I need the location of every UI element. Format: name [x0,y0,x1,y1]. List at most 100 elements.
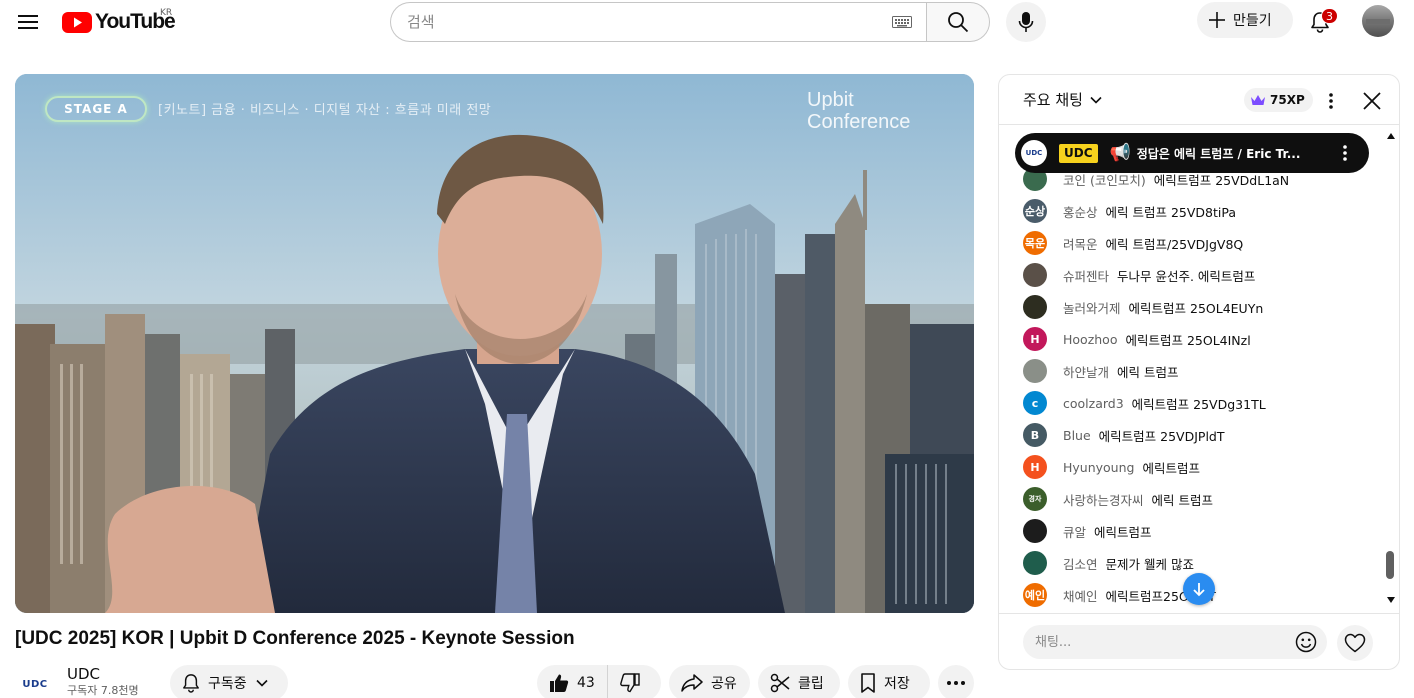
share-button[interactable]: 공유 [669,665,750,698]
chat-author[interactable]: 홍순상 [1063,202,1098,221]
clip-button[interactable]: 클립 [758,665,840,698]
chat-author[interactable]: Hyunyoung [1063,460,1134,475]
xp-badge[interactable]: 75XP [1244,88,1313,112]
search-box[interactable] [390,2,926,42]
chat-text: 에릭트럼프 25VDJPldT [1098,428,1225,444]
heart-icon [1344,633,1366,653]
chat-author[interactable]: 사랑하는경자씨 [1063,490,1144,509]
chat-mode-dropdown[interactable]: 주요 채팅 [1023,89,1103,110]
chat-author[interactable]: 김소연 [1063,554,1098,573]
chat-message-list[interactable]: 코인 (코인모치) 에릭트럼프 25VDdL1aN 순상 홍순상 에릭 트럼프 … [999,169,1385,611]
chat-author[interactable]: 놀러와거제 [1063,298,1121,317]
scroll-up-arrow[interactable] [1387,133,1395,139]
search-icon [948,12,969,33]
chat-text: 에릭 트럼프/25VDJgV8Q [1105,236,1244,252]
chat-text: 에릭트럼프 25OL4EUYn [1128,300,1264,316]
chat-avatar[interactable]: 목운 [1023,231,1047,255]
chat-avatar[interactable]: 예인 [1023,583,1047,607]
chat-avatar[interactable] [1023,359,1047,383]
chat-more-button[interactable] [1317,87,1345,115]
chat-message: 슈퍼젠타 두나무 윤선주. 에릭트럼프 [1023,263,1255,287]
channel-text: UDC 구독자 7.8천명 [67,664,139,698]
save-button[interactable]: 저장 [848,665,930,698]
chat-author[interactable]: 채예인 [1063,586,1098,605]
guide-menu-button[interactable] [8,2,48,42]
channel-name[interactable]: UDC [67,664,139,684]
emoji-button[interactable] [1295,631,1317,653]
chat-message: c coolzard3 에릭트럼프 25VDg31TL [1023,391,1266,415]
keyboard-icon[interactable] [892,16,912,28]
plus-icon [1209,12,1225,28]
chat-author[interactable]: Blue [1063,428,1091,443]
chat-avatar[interactable] [1023,295,1047,319]
scroll-down-arrow[interactable] [1387,597,1395,603]
more-actions-button[interactable] [938,665,974,698]
more-vertical-icon [1343,145,1347,161]
scissors-icon [770,673,790,693]
chat-text: 에릭트럼프 [1142,460,1200,476]
more-vertical-icon [1329,93,1333,109]
chat-avatar[interactable] [1023,519,1047,543]
chat-author[interactable]: Hoozhoo [1063,332,1117,347]
jump-to-bottom-button[interactable] [1183,573,1215,605]
chat-author[interactable]: 려목운 [1063,234,1098,253]
conference-logo-line1: Upbit [807,89,854,111]
search-button[interactable] [926,2,990,42]
chat-author[interactable]: 큐알 [1063,522,1086,541]
chat-mode-label: 주요 채팅 [1023,91,1083,109]
chat-avatar[interactable] [1023,263,1047,287]
share-icon [681,674,703,692]
dislike-button[interactable] [608,665,652,698]
subscribed-button[interactable]: 구독중 [170,665,288,698]
chat-message: H Hyunyoung 에릭트럼프 [1023,455,1200,479]
notification-count-badge: 3 [1321,8,1338,24]
chevron-down-icon [1090,96,1102,104]
share-label: 공유 [711,676,737,692]
chat-header: 주요 채팅 75XP [999,75,1399,125]
chat-avatar[interactable]: 경자 [1023,487,1047,511]
search-input[interactable] [407,13,892,31]
pinned-message-banner[interactable]: UDC UDC 📢 정답은 에릭 트럼프 / Eric Tr... [1015,133,1369,173]
chat-input-box[interactable] [1023,625,1327,659]
stage-badge: STAGE A [45,96,147,122]
chat-author[interactable]: 슈퍼젠타 [1063,266,1109,285]
chat-avatar[interactable]: c [1023,391,1047,415]
reaction-heart-button[interactable] [1337,625,1373,661]
create-button[interactable]: 만들기 [1197,2,1293,38]
chat-text: 에릭트럼프 [1094,524,1152,540]
youtube-logo[interactable]: YouTube KR [62,8,176,34]
chat-close-button[interactable] [1357,86,1387,116]
pinned-author-avatar: UDC [1021,140,1047,166]
chat-text: 에릭트럼프 25OL4INzl [1125,332,1251,348]
chat-avatar[interactable]: 순상 [1023,199,1047,223]
subscriber-count: 구독자 7.8천명 [67,684,139,697]
chat-avatar[interactable]: H [1023,455,1047,479]
pinned-more-button[interactable] [1335,143,1355,163]
video-title: [UDC 2025] KOR | Upbit D Conference 2025… [15,628,575,649]
chat-scrollbar-thumb[interactable] [1386,551,1394,579]
thumbs-down-icon [619,673,640,693]
bookmark-icon [861,673,875,693]
chat-avatar[interactable]: B [1023,423,1047,447]
youtube-play-icon [62,11,92,33]
chat-avatar[interactable]: H [1023,327,1047,351]
conference-logo: Upbit Conference [807,89,910,133]
chat-input[interactable] [1035,634,1285,650]
channel-owner: UDC UDC 구독자 7.8천명 [15,664,139,698]
chat-author[interactable]: coolzard3 [1063,396,1124,411]
more-horizontal-icon [947,681,965,685]
clip-label: 클립 [798,676,824,692]
chat-message: 목운 려목운 에릭 트럼프/25VDJgV8Q [1023,231,1243,255]
chat-text: 에릭 트럼프 [1151,492,1213,508]
like-dislike-group: 43 [537,665,661,698]
channel-avatar[interactable]: UDC [15,664,55,698]
video-player[interactable]: STAGE A [키노트] 금융 · 비즈니스 · 디지털 자산 : 흐름과 미… [15,74,974,613]
like-button[interactable]: 43 [537,665,608,698]
video-frame [15,74,974,613]
account-avatar[interactable] [1362,5,1394,37]
notifications-button[interactable]: 3 [1300,2,1340,42]
chat-avatar[interactable] [1023,551,1047,575]
hamburger-icon [18,15,38,29]
chat-author[interactable]: 하얀날개 [1063,362,1109,381]
voice-search-button[interactable] [1006,2,1046,42]
